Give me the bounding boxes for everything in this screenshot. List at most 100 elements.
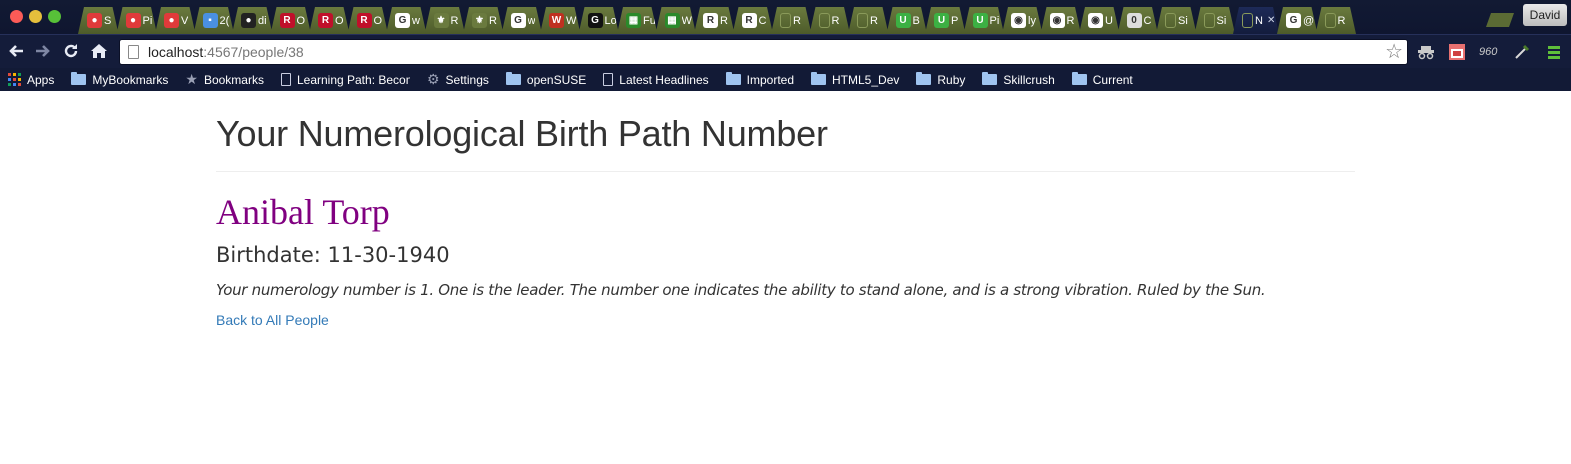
tab-favicon-icon: ⚜ xyxy=(472,13,487,28)
bookmark-item[interactable]: ★ Bookmarks xyxy=(185,71,264,88)
forward-arrow-icon[interactable] xyxy=(33,42,53,62)
maximize-window-button[interactable] xyxy=(48,10,61,23)
browser-tab[interactable]: ▪ 2( xyxy=(194,7,235,34)
bookmark-item[interactable]: Apps xyxy=(8,73,54,87)
incognito-icon[interactable] xyxy=(1417,43,1435,61)
bookmark-item[interactable]: openSUSE xyxy=(505,72,586,87)
tab-title: @ xyxy=(1303,14,1315,27)
tab-favicon-icon xyxy=(1165,13,1176,28)
bookmark-item[interactable]: MyBookmarks xyxy=(71,72,168,87)
reload-icon[interactable] xyxy=(61,42,81,62)
bookmark-label: Current xyxy=(1092,72,1133,87)
eyedropper-icon[interactable] xyxy=(1513,43,1531,61)
calendar-icon[interactable] xyxy=(1448,43,1466,61)
browser-tab[interactable]: G @ xyxy=(1277,7,1318,34)
browser-tab[interactable]: ◉ R xyxy=(1041,7,1082,34)
browser-tab[interactable]: R xyxy=(848,7,889,34)
browser-tab[interactable]: ⚜ R xyxy=(425,7,466,34)
tab-favicon-icon: ● xyxy=(126,13,141,28)
tab-title: S xyxy=(104,14,112,27)
browser-tab[interactable]: U Pi xyxy=(964,7,1005,34)
bookmark-star-icon[interactable]: ☆ xyxy=(1385,41,1403,63)
bookmark-item[interactable]: HTML5_Dev xyxy=(811,72,899,87)
person-name: Anibal Torp xyxy=(216,192,390,232)
new-tab-button[interactable] xyxy=(1486,13,1514,27)
tab-favicon-icon: ● xyxy=(241,13,256,28)
gear-icon: ⚙ xyxy=(426,71,440,87)
browser-tab[interactable]: UP xyxy=(925,7,966,34)
home-icon[interactable] xyxy=(89,42,109,62)
browser-tab[interactable]: Si xyxy=(1195,7,1236,34)
tab-title: Pi xyxy=(989,14,1000,27)
tab-favicon-icon: ◉ xyxy=(1050,13,1065,28)
browser-tab[interactable]: RO xyxy=(309,7,350,34)
bookmark-item[interactable]: Learning Path: Becom xyxy=(280,72,410,87)
browser-tab[interactable]: UB xyxy=(887,7,928,34)
close-window-button[interactable] xyxy=(10,10,23,23)
browser-tab[interactable]: ◉ ly xyxy=(1002,7,1043,34)
tab-title: Fu xyxy=(643,14,656,27)
tab-title: O xyxy=(373,14,383,27)
browser-tab[interactable]: N ✕ xyxy=(1233,7,1279,34)
tab-favicon-icon: R xyxy=(318,13,333,28)
folder-icon xyxy=(811,72,827,85)
browser-tab[interactable]: RR xyxy=(694,7,735,34)
browser-tab[interactable]: ◉ U xyxy=(1079,7,1120,34)
browser-tab[interactable]: Si xyxy=(1156,7,1197,34)
tab-favicon-icon: ▪ xyxy=(203,13,218,28)
address-bar[interactable]: localhost:4567/people/38 ☆ xyxy=(119,39,1408,65)
tab-title: O xyxy=(335,14,344,27)
browser-tab[interactable]: ● V xyxy=(155,7,196,34)
bookmarks-bar: Apps MyBookmarks ★ Bookmarks Learning Path: … xyxy=(0,68,1571,91)
tab-title: R xyxy=(870,14,878,27)
tab-favicon-icon: ● xyxy=(164,13,179,28)
bookmark-label: Ruby xyxy=(937,72,966,87)
tab-favicon-icon: U xyxy=(973,13,988,28)
bookmark-item[interactable]: Skillcrush xyxy=(982,72,1055,87)
browser-toolbar: localhost:4567/people/38 ☆ 960 xyxy=(0,34,1571,68)
bookmark-item[interactable]: Current xyxy=(1071,72,1133,87)
back-to-all-people-link[interactable]: Back to All People xyxy=(216,312,329,328)
tab-favicon-icon: U xyxy=(896,13,911,28)
browser-tab[interactable]: WW xyxy=(540,7,581,34)
tab-title: W xyxy=(681,14,692,27)
browser-tab[interactable]: ▦ W xyxy=(656,7,697,34)
bookmark-label: Latest Headlines xyxy=(619,72,709,87)
browser-tab[interactable]: Gw xyxy=(386,7,427,34)
browser-tab[interactable]: ▦ Fu xyxy=(617,7,658,34)
tab-favicon-icon: R xyxy=(703,13,718,28)
browser-tab[interactable]: R xyxy=(810,7,851,34)
browser-tab[interactable]: RO xyxy=(348,7,389,34)
folder-icon xyxy=(916,72,932,85)
bookmark-item[interactable]: Ruby xyxy=(916,72,966,87)
960-grid-icon[interactable]: 960 xyxy=(1479,43,1501,61)
browser-tab[interactable]: ● Pi xyxy=(117,7,158,34)
minimize-window-button[interactable] xyxy=(29,10,42,23)
browser-tab[interactable]: R xyxy=(771,7,812,34)
tab-title: Si xyxy=(1178,14,1188,27)
browser-tab[interactable]: Gw xyxy=(502,7,543,34)
browser-tab[interactable]: R xyxy=(1316,7,1357,34)
stack-icon[interactable] xyxy=(1545,43,1563,61)
profile-button[interactable]: David xyxy=(1523,4,1567,26)
tab-close-icon[interactable]: ✕ xyxy=(1267,15,1275,26)
tab-favicon-icon: G xyxy=(1286,13,1301,28)
tab-favicon-icon: ◉ xyxy=(1011,13,1026,28)
tab-title: ly xyxy=(1028,14,1036,27)
tab-title: O xyxy=(296,14,306,27)
browser-tab[interactable]: RO xyxy=(271,7,312,34)
tab-title: U xyxy=(1105,14,1113,27)
browser-tab[interactable]: ● S xyxy=(78,7,119,34)
browser-tab[interactable]: ⚜ R xyxy=(463,7,504,34)
back-arrow-icon[interactable] xyxy=(6,42,26,62)
bookmark-item[interactable]: Imported xyxy=(725,72,795,87)
browser-tab[interactable]: ● di xyxy=(232,7,273,34)
bookmark-item[interactable]: Latest Headlines xyxy=(603,72,709,87)
tab-title: N xyxy=(1255,14,1263,27)
browser-tab[interactable]: RC xyxy=(733,7,774,34)
bookmark-item[interactable]: ⚙ Settings xyxy=(427,71,489,88)
browser-tab[interactable]: G Lo xyxy=(579,7,620,34)
browser-tab[interactable]: 0C xyxy=(1118,7,1159,34)
bookmark-label: Learning Path: Becom xyxy=(296,72,410,87)
bookmark-label: Imported xyxy=(746,72,795,87)
